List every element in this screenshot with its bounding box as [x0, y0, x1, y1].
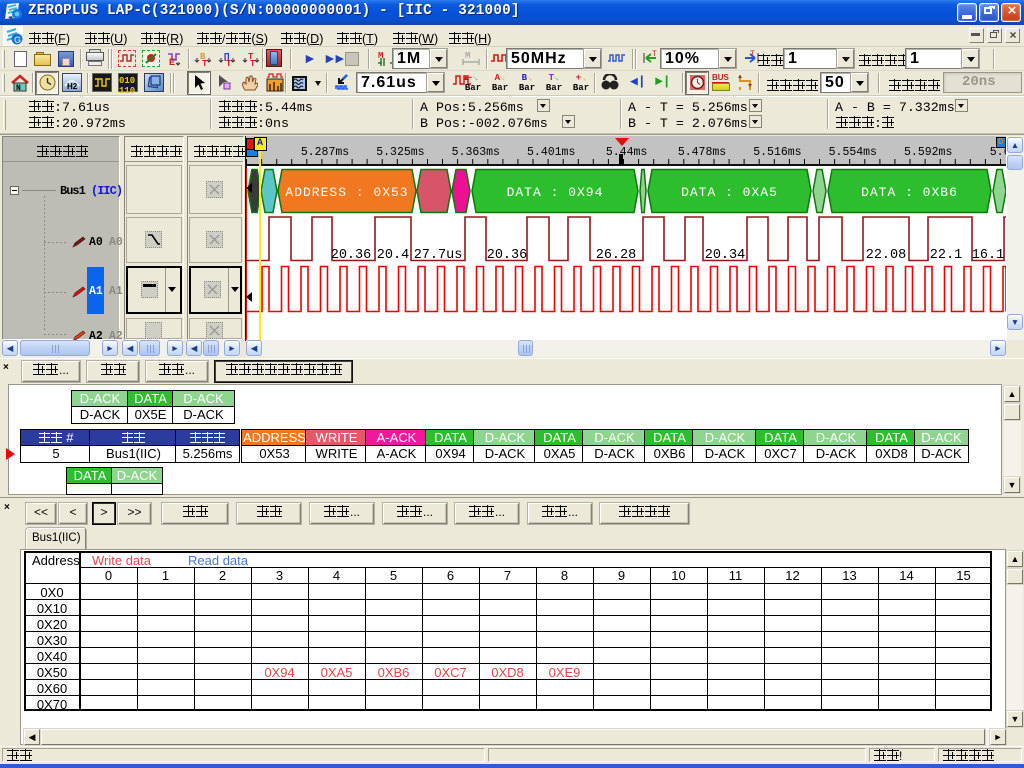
svg-text:M: M: [465, 51, 470, 61]
svg-text:T: T: [250, 59, 256, 68]
svg-text:20.36: 20.36: [487, 248, 528, 263]
svg-text:G: G: [14, 35, 21, 45]
svg-text:26.28: 26.28: [596, 248, 637, 263]
svg-text:T: T: [750, 50, 755, 59]
svg-text:5.401ms: 5.401ms: [527, 146, 575, 159]
svg-text:20.34: 20.34: [705, 248, 746, 263]
svg-text:20.4: 20.4: [377, 248, 409, 263]
svg-text:5.554ms: 5.554ms: [829, 146, 877, 159]
svg-text:5.516ms: 5.516ms: [753, 146, 801, 159]
svg-text:20.36: 20.36: [331, 248, 372, 263]
svg-text:5.363ms: 5.363ms: [452, 146, 500, 159]
svg-text:5.592ms: 5.592ms: [904, 146, 952, 159]
svg-text:22.1: 22.1: [930, 248, 962, 263]
svg-text:DATA : 0X94: DATA : 0X94: [507, 185, 604, 200]
svg-text:27.7us: 27.7us: [414, 248, 463, 263]
svg-text:N: N: [16, 84, 21, 92]
svg-text:5.287ms: 5.287ms: [301, 146, 349, 159]
svg-text:DATA : 0XA5: DATA : 0XA5: [681, 185, 778, 200]
svg-text:16.1: 16.1: [972, 248, 1004, 263]
svg-text:T: T: [652, 50, 657, 59]
svg-text:T: T: [202, 59, 208, 68]
svg-text:E: E: [169, 57, 175, 67]
svg-text:H2: H2: [67, 82, 78, 91]
svg-text:T: T: [226, 59, 232, 68]
svg-text:22.08: 22.08: [866, 248, 907, 263]
svg-text:5.478ms: 5.478ms: [678, 146, 726, 159]
svg-text:ADDRESS : 0X53: ADDRESS : 0X53: [285, 185, 408, 200]
svg-text:5.325ms: 5.325ms: [376, 146, 424, 159]
svg-text:DATA : 0XB6: DATA : 0XB6: [861, 185, 958, 200]
